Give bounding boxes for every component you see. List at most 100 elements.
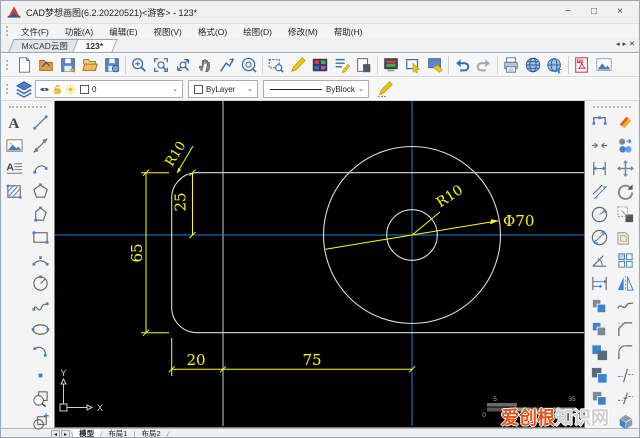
text-style-icon[interactable] (331, 54, 353, 76)
maximize-button[interactable]: □ (581, 4, 607, 20)
break-at-point-icon[interactable] (614, 364, 636, 386)
chamfer-icon[interactable] (614, 318, 636, 340)
copy-overlap-3-icon[interactable] (588, 341, 610, 363)
text-icon[interactable]: A (4, 111, 26, 133)
color-dropdown[interactable]: ByLayer ⌄ (188, 80, 258, 98)
menu-帮助(H)[interactable]: 帮助(H) (326, 27, 371, 37)
layer-unlock-icon[interactable] (52, 84, 63, 95)
menu-功能(A)[interactable]: 功能(A) (57, 27, 101, 37)
menu-修改(M)[interactable]: 修改(M) (280, 27, 326, 37)
layout-next-icon[interactable]: ▸ (61, 430, 70, 438)
named-view-icon[interactable] (265, 54, 287, 76)
redo-icon[interactable] (473, 54, 495, 76)
chevron-down-icon[interactable]: ⌄ (170, 85, 180, 93)
ellipse-icon[interactable] (30, 318, 52, 340)
close-button[interactable]: × (607, 4, 633, 20)
tab-close-icon[interactable]: ✕ (629, 40, 635, 50)
layout-tab-模型[interactable]: 模型 (73, 429, 100, 438)
dim-radius-icon[interactable] (588, 203, 610, 225)
zoom-in-icon[interactable] (128, 54, 150, 76)
open-drawing-icon[interactable] (35, 54, 57, 76)
dim-linear-icon[interactable] (588, 157, 610, 179)
menu-绘图(D)[interactable]: 绘图(D) (235, 27, 280, 37)
menu-格式(O)[interactable]: 格式(O) (190, 27, 235, 37)
hatch-icon[interactable] (4, 180, 26, 202)
arc-segment-icon[interactable] (30, 157, 52, 179)
save-as-icon[interactable] (101, 54, 123, 76)
layers-icon[interactable] (13, 78, 35, 100)
page-setup-icon[interactable] (353, 54, 375, 76)
zoom-window-icon[interactable] (150, 54, 172, 76)
layer-visibility-icon[interactable] (39, 84, 50, 95)
make-block-icon[interactable] (30, 410, 52, 432)
rotate-icon[interactable] (614, 180, 636, 202)
select-objects-icon[interactable] (402, 54, 424, 76)
box-3d-icon[interactable] (614, 410, 636, 432)
color-palette-icon[interactable] (309, 54, 331, 76)
open-folder-icon[interactable] (79, 54, 101, 76)
layer-dropdown[interactable]: 0 ⌄ (35, 80, 183, 98)
arc-open-icon[interactable] (30, 341, 52, 363)
pan-icon[interactable] (194, 54, 216, 76)
linetype-dropdown[interactable]: ByBlock ⌄ (263, 80, 369, 98)
insert-block-icon[interactable] (30, 387, 52, 409)
scale-icon[interactable] (614, 203, 636, 225)
tab-scroll-left-icon[interactable]: ◂ (616, 40, 620, 50)
image-icon[interactable] (4, 134, 26, 156)
mirror-icon[interactable] (614, 272, 636, 294)
document-tab-123*[interactable]: 123* (73, 39, 118, 52)
fillet-icon[interactable] (614, 341, 636, 363)
zoom-dynamic-icon[interactable] (216, 54, 238, 76)
menu-视图(V)[interactable]: 视图(V) (146, 27, 190, 37)
point-icon[interactable] (30, 364, 52, 386)
pentagon-icon[interactable] (30, 180, 52, 202)
dim-baseline-icon[interactable] (588, 272, 610, 294)
layout-prev-icon[interactable]: ◂ (51, 430, 60, 438)
drawing-canvas[interactable]: 65 25 R10 20 75 R10 Φ70 5 35 0 (54, 101, 585, 428)
dim-aligned-icon[interactable] (588, 180, 610, 202)
document-tab-MxCAD云图[interactable]: MxCAD云图 (8, 39, 82, 52)
mtext-icon[interactable]: A (4, 157, 26, 179)
array-icon[interactable] (614, 249, 636, 271)
construction-line-icon[interactable] (30, 134, 52, 156)
layout-tab-布局2[interactable]: 布局2 (135, 429, 166, 438)
web-publish-icon[interactable] (522, 54, 544, 76)
line-icon[interactable] (30, 111, 52, 133)
chevron-down-icon[interactable]: ⌄ (245, 85, 255, 93)
trim-icon[interactable] (588, 134, 610, 156)
spline-icon[interactable] (30, 295, 52, 317)
polyline-edit-icon[interactable] (588, 111, 610, 133)
save-icon[interactable] (57, 54, 79, 76)
copy-overlap-4-icon[interactable] (588, 364, 610, 386)
erase-icon[interactable] (614, 111, 636, 133)
move-icon[interactable] (614, 157, 636, 179)
copy-icon[interactable] (614, 134, 636, 156)
break-icon[interactable] (614, 387, 636, 409)
offset-icon[interactable] (614, 226, 636, 248)
zoom-extents-icon[interactable] (172, 54, 194, 76)
insert-image-icon[interactable] (593, 54, 615, 76)
print-icon[interactable] (500, 54, 522, 76)
circle-icon[interactable] (30, 272, 52, 294)
tab-scroll-right-icon[interactable]: ▸ (623, 40, 627, 50)
minimize-button[interactable]: − (555, 4, 581, 20)
display-settings-icon[interactable] (380, 54, 402, 76)
copy-overlap-2-icon[interactable] (588, 318, 610, 340)
arc-icon[interactable] (30, 249, 52, 271)
pdf-export-icon[interactable]: PDF (571, 54, 593, 76)
draw-pencil-icon[interactable] (374, 78, 396, 100)
layout-tab-布局1[interactable]: 布局1 (102, 429, 133, 438)
web-share-icon[interactable] (544, 54, 566, 76)
undo-icon[interactable] (451, 54, 473, 76)
layer-freeze-icon[interactable] (65, 84, 76, 95)
new-file-icon[interactable] (13, 54, 35, 76)
dim-angular-icon[interactable] (588, 249, 610, 271)
regen-icon[interactable] (238, 54, 260, 76)
rectangle-icon[interactable] (30, 226, 52, 248)
polygon-icon[interactable] (30, 203, 52, 225)
chevron-down-icon[interactable]: ⌄ (356, 85, 366, 93)
draw-sketch-icon[interactable] (287, 54, 309, 76)
dim-diameter-icon[interactable] (588, 226, 610, 248)
menu-编辑(E)[interactable]: 编辑(E) (101, 27, 145, 37)
menu-文件(F)[interactable]: 文件(F) (13, 27, 57, 37)
